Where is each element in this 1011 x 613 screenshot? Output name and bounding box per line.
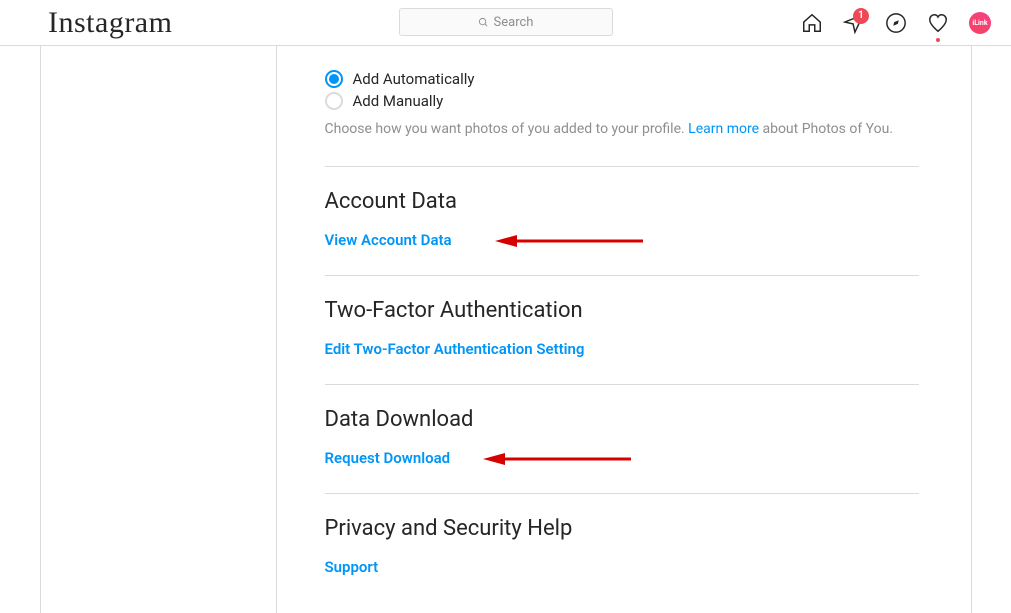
help-pre: Choose how you want photos of you added … [325, 121, 689, 137]
messages-icon[interactable]: 1 [843, 12, 865, 34]
radio-icon-checked [325, 70, 343, 88]
avatar-label: iLink [972, 19, 987, 27]
radio-add-manually[interactable]: Add Manually [325, 92, 919, 110]
learn-more-link[interactable]: Learn more [688, 121, 759, 137]
divider [325, 493, 919, 494]
action-row: View Account Data [325, 230, 919, 249]
profile-avatar[interactable]: iLink [969, 12, 991, 34]
section-title-data-download: Data Download [325, 407, 919, 432]
action-row: Request Download [325, 448, 919, 467]
explore-icon[interactable] [885, 12, 907, 34]
page-body: Add Automatically Add Manually Choose ho… [0, 46, 1011, 613]
radio-label: Add Manually [353, 92, 444, 110]
divider [325, 166, 919, 167]
radio-icon-unchecked [325, 92, 343, 110]
section-title-privacy-help: Privacy and Security Help [325, 516, 919, 541]
radio-label: Add Automatically [353, 70, 475, 88]
annotation-arrow-icon [483, 450, 633, 468]
support-link[interactable]: Support [325, 558, 379, 576]
edit-two-factor-link[interactable]: Edit Two-Factor Authentication Setting [325, 340, 585, 358]
settings-sidebar [41, 46, 277, 613]
notification-badge: 1 [853, 8, 869, 24]
search-input[interactable]: Search [399, 8, 613, 36]
instagram-logo[interactable]: Instagram [48, 6, 172, 40]
section-title-account-data: Account Data [325, 189, 919, 214]
photos-help-text: Choose how you want photos of you added … [325, 120, 919, 140]
help-post: about Photos of You. [759, 121, 893, 137]
search-wrapper: Search [399, 8, 613, 36]
activity-icon[interactable] [927, 12, 949, 34]
radio-add-automatically[interactable]: Add Automatically [325, 70, 919, 88]
request-download-link[interactable]: Request Download [325, 449, 451, 467]
top-nav-bar: Instagram Search 1 iLink [0, 0, 1011, 46]
divider [325, 275, 919, 276]
annotation-arrow-icon [495, 232, 645, 250]
nav-icons: 1 iLink [801, 12, 991, 34]
activity-dot-indicator [936, 38, 940, 42]
view-account-data-link[interactable]: View Account Data [325, 231, 452, 249]
settings-main: Add Automatically Add Manually Choose ho… [277, 46, 971, 613]
section-title-two-factor: Two-Factor Authentication [325, 298, 919, 323]
search-icon [478, 17, 489, 28]
divider [325, 384, 919, 385]
search-placeholder: Search [494, 15, 534, 30]
settings-container: Add Automatically Add Manually Choose ho… [40, 46, 972, 613]
home-icon[interactable] [801, 12, 823, 34]
